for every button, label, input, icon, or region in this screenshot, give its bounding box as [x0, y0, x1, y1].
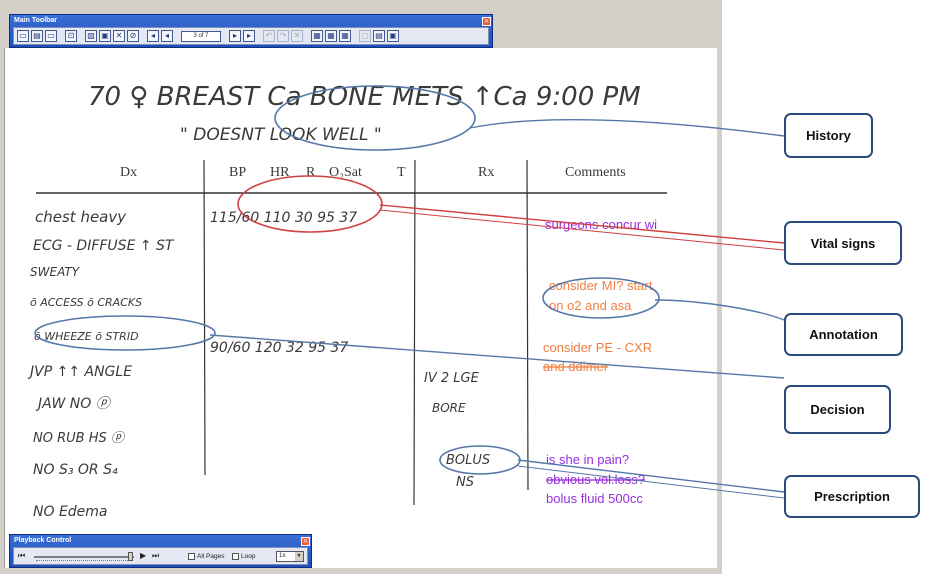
settings-icon[interactable]: ▣ — [387, 30, 399, 42]
rewind-icon[interactable]: ⏮ — [18, 551, 25, 561]
dx-line: SWEATY — [30, 265, 81, 279]
last-page-icon[interactable]: ▸ — [243, 30, 255, 42]
delete-icon[interactable]: ✕ — [113, 30, 125, 42]
slider-thumb[interactable] — [128, 552, 133, 561]
callout-history: History — [784, 113, 873, 158]
callout-prescription: Prescription — [784, 475, 920, 518]
main-toolbar-title: Main Toolbar — [14, 17, 58, 24]
paste-icon[interactable]: ▦ — [339, 30, 351, 42]
vitals-row-2: 90/60 120 32 95 37 — [210, 340, 348, 356]
playback-control: Playback Control × ⏮ ▶ ⏭ All Pages Loop … — [9, 534, 312, 568]
main-toolbar: Main Toolbar × ▭ ▤ ▭ ⊡ ▨ ▣ ✕ ⊘ ◂ ◂ 3 of … — [9, 14, 493, 48]
close-icon[interactable]: × — [482, 17, 491, 26]
playback-strip: ⏮ ▶ ⏭ All Pages Loop 1x ▼ — [13, 547, 308, 565]
copy-icon[interactable]: ▦ — [325, 30, 337, 42]
header-r: R — [306, 165, 316, 180]
callout-vital-signs: Vital signs — [784, 221, 902, 265]
dx-column: chest heavy ECG - DIFFUSE ↑ ST SWEATY ō … — [27, 208, 175, 520]
layout-icon[interactable]: ▤ — [373, 30, 385, 42]
playback-slider[interactable] — [34, 556, 134, 558]
end-icon[interactable]: ⏭ — [152, 551, 159, 561]
chevron-down-icon: ▼ — [295, 552, 303, 561]
slider-ticks — [36, 560, 132, 561]
next-page-icon[interactable]: ▸ — [229, 30, 241, 42]
page-indicator: 3 of 7 — [181, 30, 221, 42]
close-icon[interactable]: × — [301, 537, 310, 546]
all-pages-checkbox[interactable] — [188, 553, 195, 560]
comment-line: consider MI? start — [549, 278, 653, 293]
dx-line: NO RUB HS ⓟ — [33, 431, 126, 446]
rx-line: BOLUS — [446, 453, 490, 468]
clear-icon[interactable]: ✕ — [291, 30, 303, 42]
header-bp: BP — [229, 165, 246, 180]
vital-signs-connector — [379, 204, 785, 244]
comment-line: consider PE - CXR — [543, 340, 652, 355]
previous-page-icon[interactable]: ◂ — [161, 30, 173, 42]
grid-view-icon[interactable]: ▤ — [31, 30, 43, 42]
annotation-connector — [654, 299, 785, 321]
check-icon[interactable]: ▢ — [359, 30, 371, 42]
history-connector — [469, 118, 785, 137]
redo-icon[interactable]: ↷ — [277, 30, 289, 42]
callout-decision: Decision — [784, 385, 891, 434]
dx-line: ō WHEEZE ō STRID — [34, 330, 139, 343]
header-t: T — [397, 165, 406, 180]
play-icon[interactable]: ▶ — [140, 551, 146, 560]
vital-signs-connector — [379, 209, 785, 251]
window-icon[interactable]: ▭ — [45, 30, 57, 42]
note-line-2: " DOESNT LOOK WELL " — [180, 125, 382, 145]
playback-title: Playback Control — [14, 537, 72, 544]
speed-select[interactable]: 1x ▼ — [276, 551, 304, 562]
header-comments: Comments — [565, 165, 626, 180]
single-view-icon[interactable]: ▭ — [17, 30, 29, 42]
speed-value: 1x — [279, 553, 286, 559]
dx-line: JVP ↑↑ ANGLE — [27, 364, 132, 380]
dx-line: ECG - DIFFUSE ↑ ST — [33, 238, 175, 254]
header-dx: Dx — [120, 165, 137, 180]
toolbar-button-strip: ▭ ▤ ▭ ⊡ ▨ ▣ ✕ ⊘ ◂ ◂ 3 of 7 ▸ ▸ ↶ ↷ ✕ ▦ ▦… — [13, 27, 489, 45]
column-divider-vitals — [413, 159, 416, 506]
header-rx: Rx — [478, 165, 494, 180]
comment-line: bolus fluid 500cc — [546, 491, 643, 506]
loop-label: Loop — [241, 553, 256, 560]
dx-line: NO Edema — [33, 504, 108, 520]
callout-annotation: Annotation — [784, 313, 903, 356]
all-pages-label: All Pages — [197, 553, 225, 560]
dx-line: JAW NO ⓟ — [35, 396, 112, 412]
image-icon[interactable]: ▨ — [85, 30, 97, 42]
column-divider-rx — [526, 159, 529, 491]
dx-line: ō ACCESS ō CRACKS — [30, 296, 142, 309]
edit-icon[interactable]: ⊡ — [65, 30, 77, 42]
loop-checkbox[interactable] — [232, 553, 239, 560]
dx-line: chest heavy — [35, 208, 127, 226]
vitals-row-1: 115/60 110 30 95 37 — [210, 210, 357, 226]
frame-icon[interactable]: ▣ — [99, 30, 111, 42]
erase-icon[interactable]: ⊘ — [127, 30, 139, 42]
rx-line: IV 2 LGE — [424, 371, 480, 386]
decision-connector — [209, 334, 785, 379]
undo-icon[interactable]: ↶ — [263, 30, 275, 42]
comment-line: on o2 and asa — [549, 298, 632, 313]
rx-line: NS — [456, 475, 474, 490]
rx-line: BORE — [432, 401, 466, 415]
find-icon[interactable]: ▦ — [311, 30, 323, 42]
column-divider-dx — [203, 159, 206, 476]
dx-line: NO S₃ OR S₄ — [33, 462, 118, 478]
first-page-icon[interactable]: ◂ — [147, 30, 159, 42]
